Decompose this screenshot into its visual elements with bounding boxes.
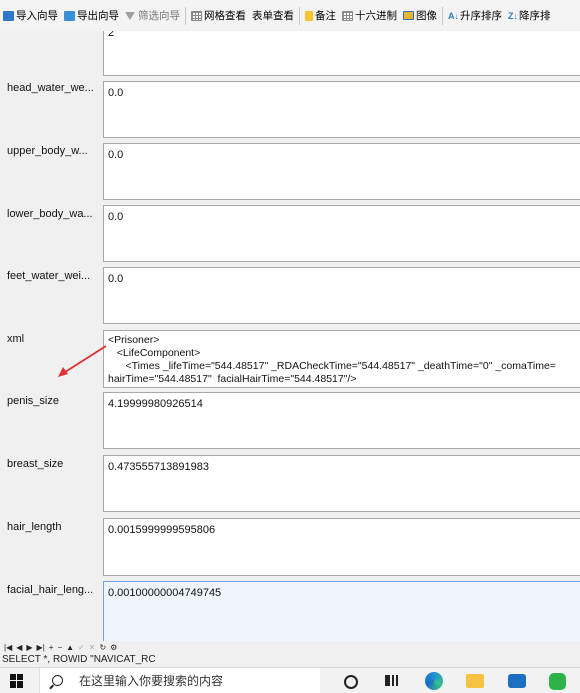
note-button[interactable]: 备注 xyxy=(302,5,339,27)
field-label: head_water_we... xyxy=(7,82,94,94)
settings-icon[interactable]: ⚙ xyxy=(110,643,117,652)
export-wizard-button[interactable]: 导出向导 xyxy=(61,5,122,27)
image-button[interactable]: 图像 xyxy=(400,5,440,27)
toolbar-divider xyxy=(442,6,443,25)
export-icon xyxy=(64,10,75,21)
previous-record-icon[interactable]: ◀ xyxy=(16,643,22,652)
field-label: upper_body_w... xyxy=(7,145,88,157)
xml-field[interactable]: <Prisoner> <LifeComponent> <Times _lifeT… xyxy=(103,330,580,388)
field-label-xml: xml xyxy=(7,333,25,345)
cortana-icon[interactable] xyxy=(344,675,358,689)
cancel-icon[interactable]: ✕ xyxy=(89,643,96,652)
refresh-icon[interactable]: ↻ xyxy=(99,643,106,652)
filter-icon xyxy=(125,11,135,20)
field-value-focused[interactable]: 0.00100000004749745 xyxy=(103,581,580,641)
field-value[interactable]: 0.0 xyxy=(103,81,580,138)
next-record-icon[interactable]: ▶ xyxy=(26,643,32,652)
note-icon xyxy=(305,10,313,21)
wechat-icon[interactable] xyxy=(549,673,566,690)
edge-browser-icon[interactable] xyxy=(425,672,443,690)
sort-descending-button[interactable]: Z↓ 降序排 xyxy=(505,5,554,27)
field-value[interactable]: 2 xyxy=(103,31,580,76)
field-label: breast_size xyxy=(7,458,64,470)
annotation-arrow-icon xyxy=(58,345,107,377)
file-explorer-icon[interactable] xyxy=(466,674,484,688)
record-navigation-bar: |◀ ◀ ▶ ▶| + − ▲ ✓ ✕ ↻ ⚙ xyxy=(0,641,580,653)
search-icon xyxy=(52,675,63,686)
import-wizard-button[interactable]: 导入向导 xyxy=(0,5,61,27)
task-view-icon[interactable] xyxy=(385,675,399,686)
sql-status-bar: SELECT *, ROWID "NAVICAT_RC xyxy=(0,653,580,667)
windows-start-icon[interactable] xyxy=(10,673,24,688)
move-up-icon[interactable]: ▲ xyxy=(66,643,74,652)
grid-view-icon xyxy=(191,10,202,21)
search-placeholder: 在这里输入你要搜索的内容 xyxy=(79,674,224,688)
mail-icon[interactable] xyxy=(508,674,526,688)
toolbar: 导入向导 导出向导 筛选向导 网格查看 表单查看 备注 十六进制 图像 A↓ 升序… xyxy=(0,0,580,32)
hex-icon xyxy=(342,10,353,21)
field-value[interactable]: 0.0 xyxy=(103,205,580,262)
taskbar-search-box[interactable]: 在这里输入你要搜索的内容 xyxy=(39,668,320,693)
field-label: penis_size xyxy=(7,395,59,407)
filter-wizard-button[interactable]: 筛选向导 xyxy=(122,5,183,27)
toolbar-divider xyxy=(185,6,186,25)
field-label: feet_water_wei... xyxy=(7,270,91,282)
delete-record-icon[interactable]: − xyxy=(57,643,62,652)
toolbar-divider xyxy=(299,6,300,25)
field-label: hair_length xyxy=(7,521,62,533)
field-value[interactable]: 0.0 xyxy=(103,267,580,324)
field-label: lower_body_wa... xyxy=(7,208,93,220)
grid-view-button[interactable]: 网格查看 xyxy=(188,5,249,27)
add-record-icon[interactable]: + xyxy=(49,643,54,652)
apply-icon[interactable]: ✓ xyxy=(78,643,85,652)
hex-button[interactable]: 十六进制 xyxy=(339,5,400,27)
field-value[interactable]: 0.0 xyxy=(103,143,580,200)
taskbar: 在这里输入你要搜索的内容 xyxy=(0,667,580,693)
field-value[interactable]: 0.0015999999595806 xyxy=(103,518,580,576)
form-view-button[interactable]: 表单查看 xyxy=(249,5,297,27)
form-view: 2 head_water_we... 0.0 upper_body_w... 0… xyxy=(0,31,580,641)
import-icon xyxy=(3,10,14,21)
last-record-icon[interactable]: ▶| xyxy=(37,643,45,652)
image-icon xyxy=(403,11,414,20)
field-label: facial_hair_leng... xyxy=(7,584,94,596)
field-value[interactable]: 0.473555713891983 xyxy=(103,455,580,512)
sort-ascending-button[interactable]: A↓ 升序排序 xyxy=(445,5,505,27)
field-value[interactable]: 4.19999980926514 xyxy=(103,392,580,449)
first-record-icon[interactable]: |◀ xyxy=(4,643,12,652)
sort-descending-icon: Z↓ xyxy=(508,10,518,21)
sort-ascending-icon: A↓ xyxy=(448,10,459,21)
